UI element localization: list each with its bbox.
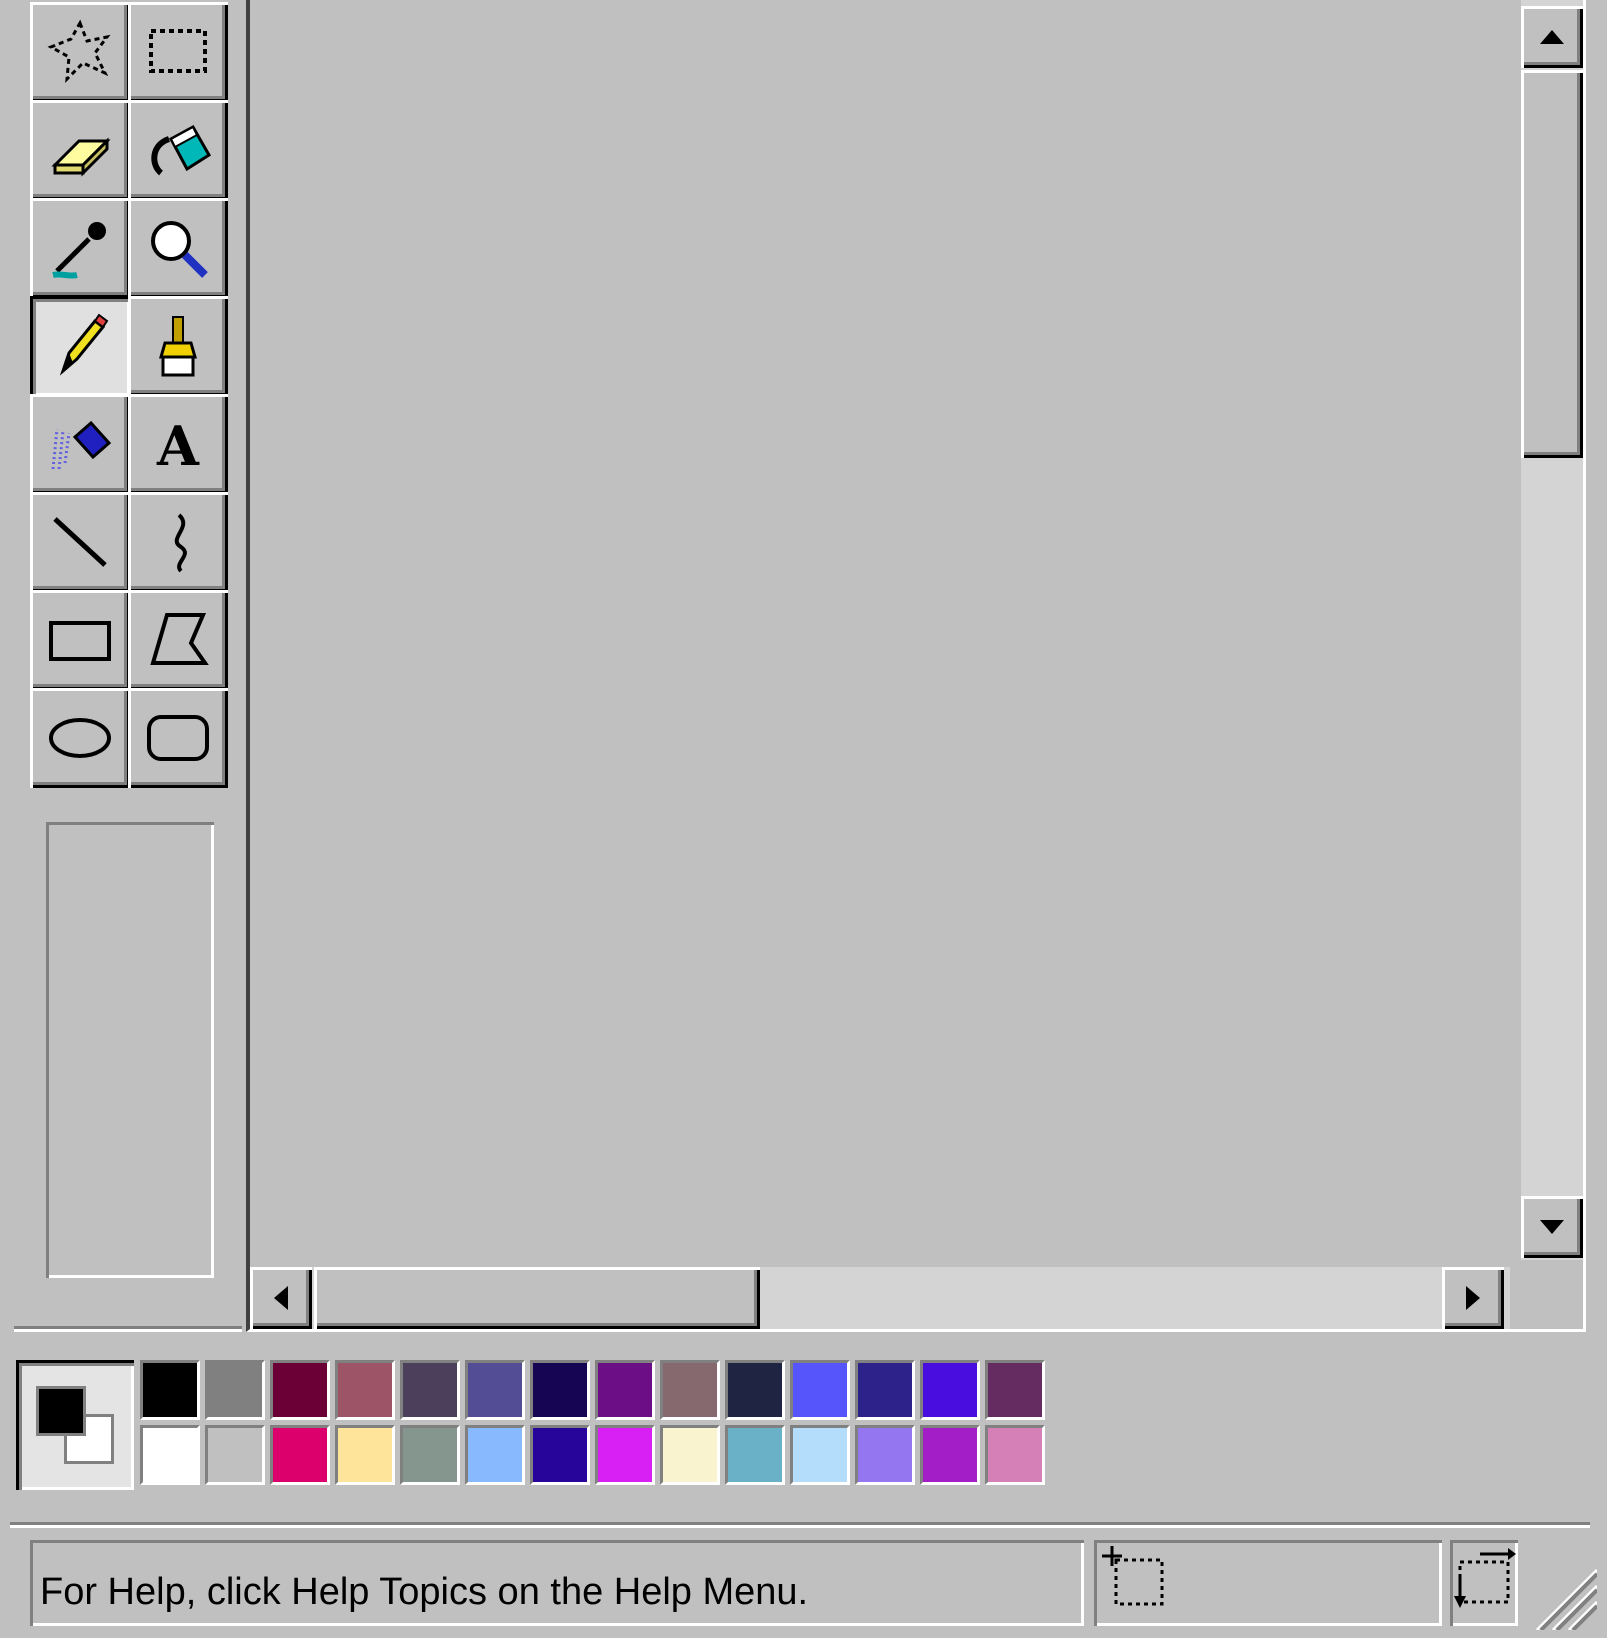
size-grip-icon[interactable] <box>1527 1560 1597 1630</box>
canvas-area[interactable] <box>246 0 1586 1332</box>
svg-text:A: A <box>156 414 200 478</box>
palette-swatch[interactable] <box>335 1425 395 1485</box>
scroll-corner <box>1521 1267 1583 1329</box>
tool-magnifier-button[interactable] <box>128 198 228 298</box>
palette-swatch[interactable] <box>660 1360 720 1420</box>
palette-swatch[interactable] <box>205 1360 265 1420</box>
palette-swatch[interactable] <box>335 1360 395 1420</box>
arrow-left-icon <box>274 1286 288 1310</box>
palette-swatch[interactable] <box>530 1360 590 1420</box>
color-box <box>16 1360 1056 1490</box>
scroll-up-button[interactable] <box>1521 6 1583 68</box>
horizontal-scrollbar[interactable] <box>250 1267 1510 1329</box>
curve-icon <box>174 513 187 573</box>
palette-swatch[interactable] <box>725 1360 785 1420</box>
current-colors-indicator[interactable] <box>16 1360 134 1490</box>
palette-swatch[interactable] <box>140 1425 200 1485</box>
tool-rectangle-button[interactable] <box>30 590 130 690</box>
tool-color-picker-button[interactable] <box>30 198 130 298</box>
palette-swatch[interactable] <box>790 1360 850 1420</box>
scroll-down-button[interactable] <box>1521 1196 1583 1258</box>
fill-bucket-icon <box>151 124 212 176</box>
palette-swatch[interactable] <box>855 1360 915 1420</box>
horizontal-scroll-thumb[interactable] <box>314 1267 760 1329</box>
tool-options-panel[interactable] <box>46 822 214 1278</box>
palette-swatch[interactable] <box>400 1425 460 1485</box>
palette-swatch[interactable] <box>400 1360 460 1420</box>
tool-airbrush-button[interactable] <box>30 394 130 494</box>
tool-ellipse-button[interactable] <box>30 688 130 788</box>
ellipse-icon <box>49 718 111 758</box>
palette-swatch[interactable] <box>465 1360 525 1420</box>
toolbox: A <box>30 0 234 808</box>
palette-swatch[interactable] <box>270 1425 330 1485</box>
palette-swatch[interactable] <box>725 1425 785 1485</box>
status-position-panel <box>1094 1540 1442 1626</box>
magnifier-icon <box>151 221 208 278</box>
status-size-panel <box>1450 1540 1518 1626</box>
cursor-position-icon <box>1102 1546 1164 1606</box>
tool-rounded-rectangle-button[interactable] <box>128 688 228 788</box>
status-help-text: For Help, click Help Topics on the Help … <box>40 1571 809 1613</box>
palette-swatch[interactable] <box>790 1425 850 1485</box>
eraser-icon <box>51 137 111 177</box>
palette-divider <box>10 1522 1590 1528</box>
tool-curve-button[interactable] <box>128 492 228 592</box>
vertical-scrollbar[interactable] <box>1521 0 1583 1260</box>
palette-swatch[interactable] <box>595 1425 655 1485</box>
palette-swatch[interactable] <box>595 1360 655 1420</box>
palette-swatch[interactable] <box>855 1425 915 1485</box>
free-form-select-icon <box>47 19 111 83</box>
rounded-rectangle-icon <box>147 715 209 761</box>
polygon-icon <box>150 613 209 665</box>
palette-swatch[interactable] <box>920 1425 980 1485</box>
tool-fill-bucket-button[interactable] <box>128 100 228 200</box>
scroll-right-button[interactable] <box>1442 1267 1504 1329</box>
brush-icon <box>159 316 197 377</box>
scroll-left-button[interactable] <box>250 1267 312 1329</box>
airbrush-icon <box>51 420 112 470</box>
tool-line-button[interactable] <box>30 492 130 592</box>
palette-swatch[interactable] <box>920 1360 980 1420</box>
tool-rectangle-select-button[interactable] <box>128 2 228 102</box>
tool-brush-button[interactable] <box>128 296 228 396</box>
palette-swatch[interactable] <box>985 1360 1045 1420</box>
vertical-scroll-thumb[interactable] <box>1521 70 1583 458</box>
color-picker-icon <box>52 222 106 279</box>
palette-swatch[interactable] <box>140 1360 200 1420</box>
toolbox-divider <box>14 1326 242 1332</box>
line-icon <box>53 517 107 567</box>
tool-free-form-select-button[interactable] <box>30 2 130 102</box>
palette-swatch[interactable] <box>270 1360 330 1420</box>
arrow-up-icon <box>1540 30 1564 44</box>
tool-pencil-button[interactable] <box>30 296 130 396</box>
pencil-icon <box>59 313 109 376</box>
palette-swatch[interactable] <box>985 1425 1045 1485</box>
arrow-right-icon <box>1466 1286 1480 1310</box>
palette-swatch[interactable] <box>465 1425 525 1485</box>
tool-polygon-button[interactable] <box>128 590 228 690</box>
arrow-down-icon <box>1540 1220 1564 1234</box>
selection-size-icon <box>1454 1548 1516 1608</box>
tool-text-tool-button[interactable]: A <box>128 394 228 494</box>
tool-eraser-button[interactable] <box>30 100 130 200</box>
status-help-panel: For Help, click Help Topics on the Help … <box>30 1540 1084 1626</box>
rectangle-icon <box>49 621 111 661</box>
palette-swatch[interactable] <box>205 1425 265 1485</box>
rectangle-select-icon <box>149 29 207 73</box>
text-tool-icon: A <box>156 414 200 478</box>
palette-swatch[interactable] <box>660 1425 720 1485</box>
palette-swatch[interactable] <box>530 1425 590 1485</box>
foreground-color-swatch <box>36 1386 86 1436</box>
